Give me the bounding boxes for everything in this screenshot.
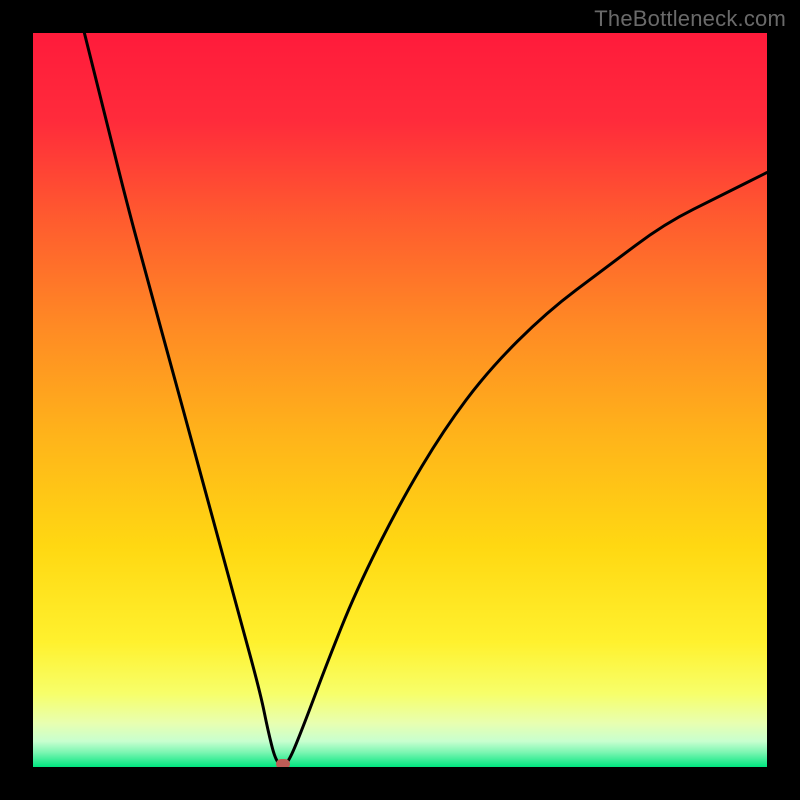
optimal-point-marker <box>276 759 290 767</box>
watermark-text: TheBottleneck.com <box>594 6 786 32</box>
curve-layer <box>33 33 767 767</box>
bottleneck-curve <box>84 33 767 765</box>
outer-frame: TheBottleneck.com <box>0 0 800 800</box>
plot-area <box>33 33 767 767</box>
